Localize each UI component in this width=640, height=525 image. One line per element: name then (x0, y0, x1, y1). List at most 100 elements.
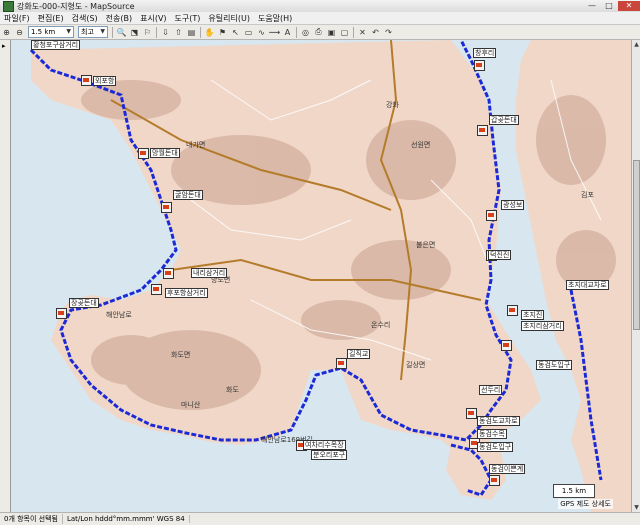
waypoint-label[interactable]: 길직교 (347, 349, 371, 359)
waypoint-marker[interactable] (501, 340, 512, 351)
menu-help[interactable]: 도움말(H) (254, 13, 296, 24)
close-button[interactable]: ✕ (618, 1, 640, 11)
new-icon[interactable]: ▢ (339, 27, 350, 38)
scroll-up-icon[interactable]: ▲ (632, 40, 640, 49)
toolbar-separator (156, 26, 157, 38)
waypoint-label[interactable]: 분오리포구 (311, 450, 348, 460)
waypoint-marker[interactable] (161, 202, 172, 213)
print-icon[interactable]: ⎙ (313, 27, 324, 38)
zoom-out-icon[interactable]: ⊖ (14, 27, 25, 38)
waypoint-marker[interactable] (138, 148, 149, 159)
waypoint-label[interactable]: 초지대교차로 (566, 280, 609, 290)
place-gilsang: 길상면 (406, 361, 426, 369)
waypoint-marker[interactable] (56, 308, 67, 319)
menu-utilities[interactable]: 유틸리티(U) (204, 13, 254, 24)
toolbar-separator (200, 26, 201, 38)
vertical-scrollbar[interactable]: ▲ ▼ (631, 40, 640, 512)
select-tool-icon[interactable]: ↖ (230, 27, 241, 38)
app-icon (3, 0, 14, 12)
route-icon[interactable]: ⬔ (129, 27, 140, 38)
zoom-tool-icon[interactable]: 🔍 (116, 27, 127, 38)
binoculars-icon[interactable]: ◎ (300, 27, 311, 38)
zoom-in-icon[interactable]: ⊕ (1, 27, 12, 38)
waypoint-label[interactable]: 동검이쁜계 (489, 464, 526, 474)
delete-icon[interactable]: ✕ (357, 27, 368, 38)
minimize-button[interactable]: — (584, 1, 600, 11)
place-mani: 마니산 (181, 401, 201, 409)
label-tool-icon[interactable]: A (282, 27, 293, 38)
waypoint-label[interactable]: 여차리수목장 (303, 440, 346, 450)
scroll-thumb[interactable] (633, 160, 640, 330)
toolbar-separator (296, 26, 297, 38)
place-onsu: 온수리 (371, 321, 391, 329)
left-panel-gutter[interactable]: ▸ (0, 40, 11, 512)
waypoint-marker[interactable] (477, 125, 488, 136)
waypoint-marker[interactable] (81, 75, 92, 86)
waypoint-label[interactable]: 창후리 (473, 48, 497, 58)
waypoint-label[interactable]: 광성보 (501, 200, 525, 210)
menu-file[interactable]: 파일(F) (0, 13, 34, 24)
toolbar-separator (112, 26, 113, 38)
gps-note: GPS 제도 상세도 (558, 499, 613, 509)
waypoint-marker[interactable] (336, 358, 347, 369)
road-label-2: 해안남로 (106, 311, 132, 319)
waypoint-label[interactable]: 덕진진 (488, 250, 512, 260)
waypoint-marker[interactable] (163, 268, 174, 279)
detail-value: 최고 (81, 28, 94, 36)
track-tool-icon[interactable]: ∿ (256, 27, 267, 38)
waypoint-label[interactable]: 외포항 (93, 76, 117, 86)
waypoint-label[interactable]: 내리삼거리 (191, 268, 228, 278)
waypoint-label[interactable]: 동검도입구 (536, 360, 573, 370)
save-icon[interactable]: ▣ (326, 27, 337, 38)
waypoint-label[interactable]: 굴암돈대 (173, 190, 203, 200)
place-hwado-myeon: 화도면 (171, 351, 191, 359)
find-icon[interactable]: ⚐ (142, 27, 153, 38)
measure-tool-icon[interactable]: ▭ (243, 27, 254, 38)
place-gimpo: 김포 (581, 191, 594, 199)
waypoint-marker[interactable] (486, 210, 497, 221)
chevron-down-icon: ▼ (66, 28, 71, 35)
waypoint-label[interactable]: 동검수목 (477, 429, 507, 439)
waypoint-marker[interactable] (489, 475, 500, 486)
menu-search[interactable]: 검색(S) (68, 13, 102, 24)
menu-tools[interactable]: 도구(T) (171, 13, 205, 24)
waypoint-marker[interactable] (151, 284, 162, 295)
place-naega: 내가면 (186, 141, 206, 149)
waypoint-label[interactable]: 동검도입구 (477, 442, 514, 452)
menu-edit[interactable]: 편집(E) (34, 13, 68, 24)
waypoint-label[interactable]: 망월돈대 (150, 148, 180, 158)
detail-select[interactable]: 최고 ▼ (78, 26, 108, 38)
zoom-select[interactable]: 1.5 km ▼ (28, 26, 74, 38)
menu-view[interactable]: 표시(V) (136, 13, 170, 24)
waypoint-marker[interactable] (507, 305, 518, 316)
selection-status: 0개 항목이 선택됨 (0, 514, 63, 524)
waypoint-label[interactable]: 초지리삼거리 (521, 321, 564, 331)
gps-receive-icon[interactable]: ⇩ (160, 27, 171, 38)
waypoint-label[interactable]: 갑곶돈대 (489, 115, 519, 125)
map-view[interactable]: 강화 화도 길상면 불은면 양도면 내가면 선원면 화도면 김포 온수리 마니산… (11, 40, 631, 512)
maximize-button[interactable]: □ (601, 1, 617, 11)
hand-tool-icon[interactable]: ✋ (204, 27, 215, 38)
waypoint-label[interactable]: 초지진 (521, 310, 545, 320)
scale-indicator: 1.5 km (553, 484, 595, 498)
map-icon[interactable]: ▤ (186, 27, 197, 38)
waypoint-marker[interactable] (466, 408, 477, 419)
gps-send-icon[interactable]: ⇧ (173, 27, 184, 38)
menu-transfer[interactable]: 전송(B) (102, 13, 136, 24)
waypoint-label[interactable]: 후포항삼거리 (165, 288, 208, 298)
place-hwado: 화도 (226, 386, 239, 394)
waypoint-label[interactable]: 동검도교차로 (477, 416, 520, 426)
waypoint-label[interactable]: 장곶돈대 (69, 298, 99, 308)
waypoint-label[interactable]: 황청포구삼거리 (31, 40, 81, 50)
waypoint-label[interactable]: 선두리 (479, 385, 503, 395)
route-tool-icon[interactable]: ⟿ (269, 27, 280, 38)
place-ganghwa: 강화 (386, 101, 399, 109)
coord-format: Lat/Lon hddd°mm.mmm' WGS 84 (63, 515, 190, 523)
scroll-down-icon[interactable]: ▼ (632, 503, 640, 512)
waypoint-marker[interactable] (474, 60, 485, 71)
collapse-arrow-icon[interactable]: ▸ (2, 42, 6, 50)
undo-icon[interactable]: ↶ (370, 27, 381, 38)
waypoint-tool-icon[interactable]: ⚑ (217, 27, 228, 38)
redo-icon[interactable]: ↷ (383, 27, 394, 38)
place-seonwon: 선원면 (411, 141, 431, 149)
